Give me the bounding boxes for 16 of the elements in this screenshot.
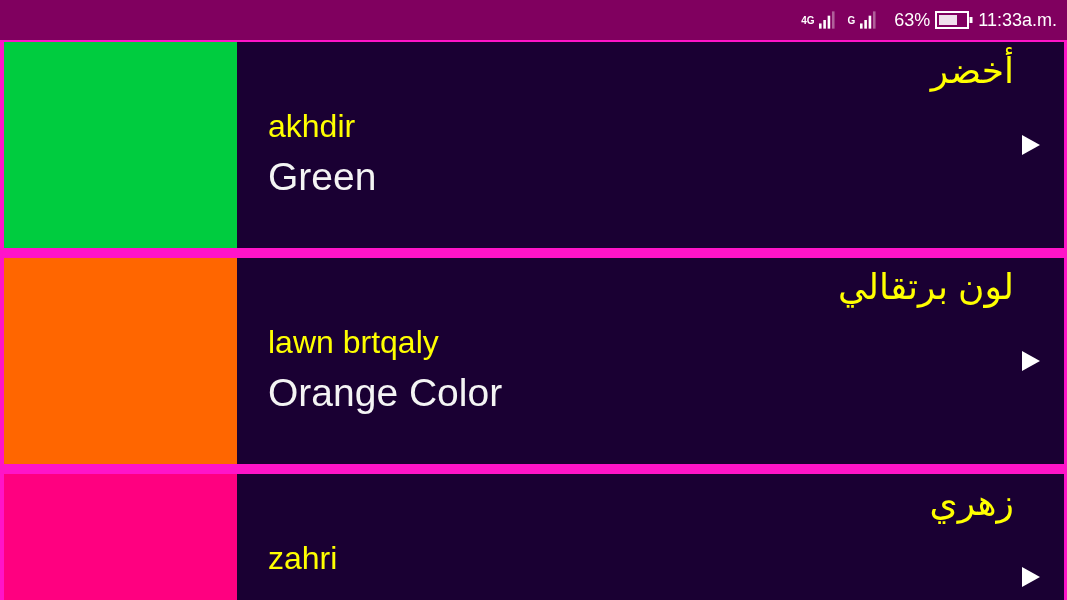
network-type-label: G bbox=[847, 14, 856, 26]
network-type-label: 4G bbox=[801, 14, 815, 26]
clock-time: 11:33a.m. bbox=[978, 9, 1057, 31]
play-icon[interactable] bbox=[1022, 135, 1040, 155]
battery-percentage: 63% bbox=[894, 9, 931, 31]
english-word: Green bbox=[268, 154, 378, 200]
play-icon[interactable] bbox=[1022, 567, 1040, 587]
transliteration-text: lawn brtqaly bbox=[268, 323, 440, 362]
transliteration-text: akhdir bbox=[268, 107, 357, 146]
play-icon[interactable] bbox=[1022, 351, 1040, 371]
arabic-word: أخضر bbox=[268, 48, 1022, 94]
transliteration-text: zahri bbox=[268, 539, 339, 578]
arabic-word: زهري bbox=[928, 481, 1015, 526]
battery-icon bbox=[935, 11, 974, 29]
arabic-word: لون برتقالي bbox=[836, 265, 1015, 310]
english-word: Orange Color bbox=[268, 370, 504, 416]
